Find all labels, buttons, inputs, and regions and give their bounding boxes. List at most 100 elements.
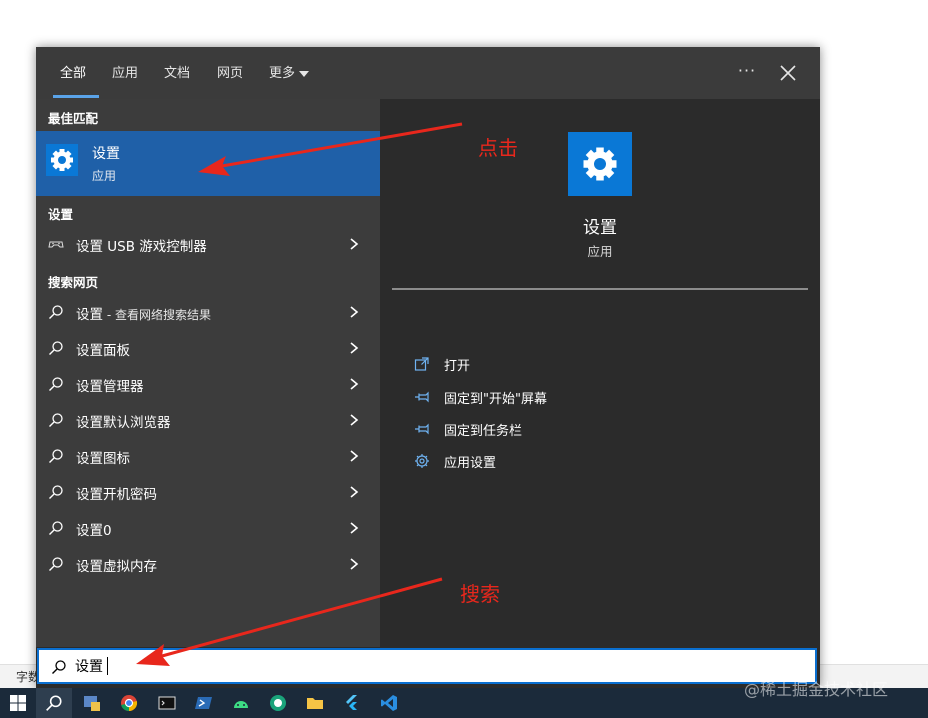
web-result-row[interactable]: 设置默认浏览器 [36, 402, 380, 438]
web-result-label: 设置开机密码 [76, 487, 157, 503]
action-open[interactable]: 打开 [414, 353, 794, 375]
web-result-label: 设置0 [76, 523, 112, 539]
action-pin-start[interactable]: 固定到"开始"屏幕 [414, 386, 794, 408]
chevron-right-icon [350, 238, 359, 250]
pin-icon [415, 391, 429, 403]
group-label-best-match: 最佳匹配 [48, 111, 99, 126]
preview-subtitle: 应用 [587, 244, 613, 259]
close-icon [780, 65, 796, 81]
web-result-label: 设置默认浏览器 [76, 415, 171, 431]
taskbar-terminal[interactable] [149, 688, 185, 718]
result-usb-controller[interactable]: 设置 USB 游戏控制器 [36, 226, 380, 262]
web-result-suffix: - 查看网络搜索结果 [103, 308, 211, 322]
search-input[interactable] [75, 656, 775, 676]
search-icon [52, 660, 66, 674]
pin-icon [415, 423, 429, 435]
settings-app-icon [46, 144, 78, 176]
gear-icon [583, 147, 617, 181]
search-icon [49, 341, 63, 355]
preview-title: 设置 [583, 218, 617, 238]
action-pin-taskbar[interactable]: 固定到任务栏 [414, 418, 794, 440]
best-match-settings-app[interactable]: 设置 应用 [36, 131, 380, 196]
open-icon [414, 357, 429, 371]
action-label: 固定到任务栏 [444, 424, 523, 439]
taskbar-flutter[interactable] [334, 688, 370, 718]
web-result-row[interactable]: 设置图标 [36, 438, 380, 474]
taskbar-android-studio[interactable] [223, 688, 259, 718]
web-result-label: 设置虚拟内存 [76, 559, 157, 575]
chrome-icon [121, 695, 138, 712]
chevron-right-icon [350, 306, 359, 318]
web-result-label: 设置图标 [76, 451, 130, 467]
web-result-row[interactable]: 设置0 [36, 510, 380, 546]
preview-header: 设置 应用 [392, 111, 808, 290]
tab-documents[interactable]: 文档 [164, 64, 190, 84]
web-result-label: 设置 [76, 307, 103, 323]
taskbar-chrome[interactable] [111, 688, 147, 718]
preview-pane: 设置 应用 打开 固定到"开始"屏幕 固定到任务栏 应用设置 [392, 111, 808, 647]
tab-more[interactable]: 更多 [269, 64, 310, 84]
app-icon [270, 695, 286, 711]
web-result-row[interactable]: 设置 - 查看网络搜索结果 [36, 294, 380, 330]
powershell-icon [195, 697, 212, 709]
taskbar-search-button[interactable] [36, 688, 72, 718]
flutter-icon [346, 695, 357, 710]
best-match-title: 设置 [92, 146, 120, 162]
search-icon [49, 377, 63, 391]
gear-icon [415, 454, 429, 468]
taskbar-file-explorer[interactable] [297, 688, 333, 718]
taskbar-app[interactable] [260, 688, 296, 718]
annotation-search-label: 搜索 [460, 582, 500, 606]
tab-apps[interactable]: 应用 [112, 64, 138, 84]
tab-all[interactable]: 全部 [60, 64, 86, 84]
group-label-settings: 设置 [48, 207, 74, 222]
web-result-row[interactable]: 设置开机密码 [36, 474, 380, 510]
search-icon [49, 413, 63, 427]
taskbar-task-manager[interactable] [74, 688, 110, 718]
vscode-icon [381, 695, 397, 711]
web-result-row[interactable]: 设置面板 [36, 330, 380, 366]
tab-web[interactable]: 网页 [217, 64, 243, 84]
action-label: 应用设置 [444, 456, 497, 471]
close-button[interactable] [776, 61, 800, 85]
annotation-click-label: 点击 [478, 136, 518, 160]
chevron-right-icon [350, 378, 359, 390]
web-result-row[interactable]: 设置管理器 [36, 366, 380, 402]
web-result-row[interactable]: 设置虚拟内存 [36, 546, 380, 582]
more-options-button[interactable]: ··· [736, 59, 758, 83]
chevron-down-icon [299, 70, 310, 77]
chevron-right-icon [350, 558, 359, 570]
gamepad-icon [48, 241, 64, 248]
result-label: 设置 USB 游戏控制器 [76, 239, 207, 255]
search-icon [49, 449, 63, 463]
terminal-icon [158, 696, 176, 710]
chevron-right-icon [350, 414, 359, 426]
tab-more-label: 更多 [269, 66, 296, 81]
search-icon [49, 305, 63, 319]
search-icon [49, 521, 63, 535]
search-icon [49, 557, 63, 571]
search-box[interactable] [37, 648, 817, 684]
windows-search-panel: 全部 应用 文档 网页 更多 ··· 最佳匹配 设置 应用 设置 设置 USB … [36, 47, 820, 688]
web-result-label: 设置面板 [76, 343, 130, 359]
search-tab-bar: 全部 应用 文档 网页 更多 ··· [36, 47, 820, 99]
taskbar-vscode[interactable] [371, 688, 407, 718]
action-label: 打开 [444, 359, 471, 374]
file-explorer-icon [307, 698, 323, 709]
start-button[interactable] [0, 688, 36, 718]
results-list: 最佳匹配 设置 应用 设置 设置 USB 游戏控制器 搜索网页 设置 - 查看网… [36, 99, 380, 647]
group-label-web: 搜索网页 [48, 275, 99, 290]
android-studio-icon [234, 701, 248, 708]
settings-app-large-icon [568, 132, 632, 196]
chevron-right-icon [350, 450, 359, 462]
web-result-label: 设置管理器 [76, 379, 144, 395]
action-label: 固定到"开始"屏幕 [444, 392, 547, 407]
chevron-right-icon [350, 522, 359, 534]
action-app-settings[interactable]: 应用设置 [414, 450, 794, 472]
windows-start-icon [10, 695, 26, 711]
taskbar-powershell[interactable] [186, 688, 222, 718]
chevron-right-icon [350, 486, 359, 498]
text-caret [107, 657, 108, 675]
gear-icon [51, 149, 73, 171]
active-tab-indicator [53, 95, 99, 98]
